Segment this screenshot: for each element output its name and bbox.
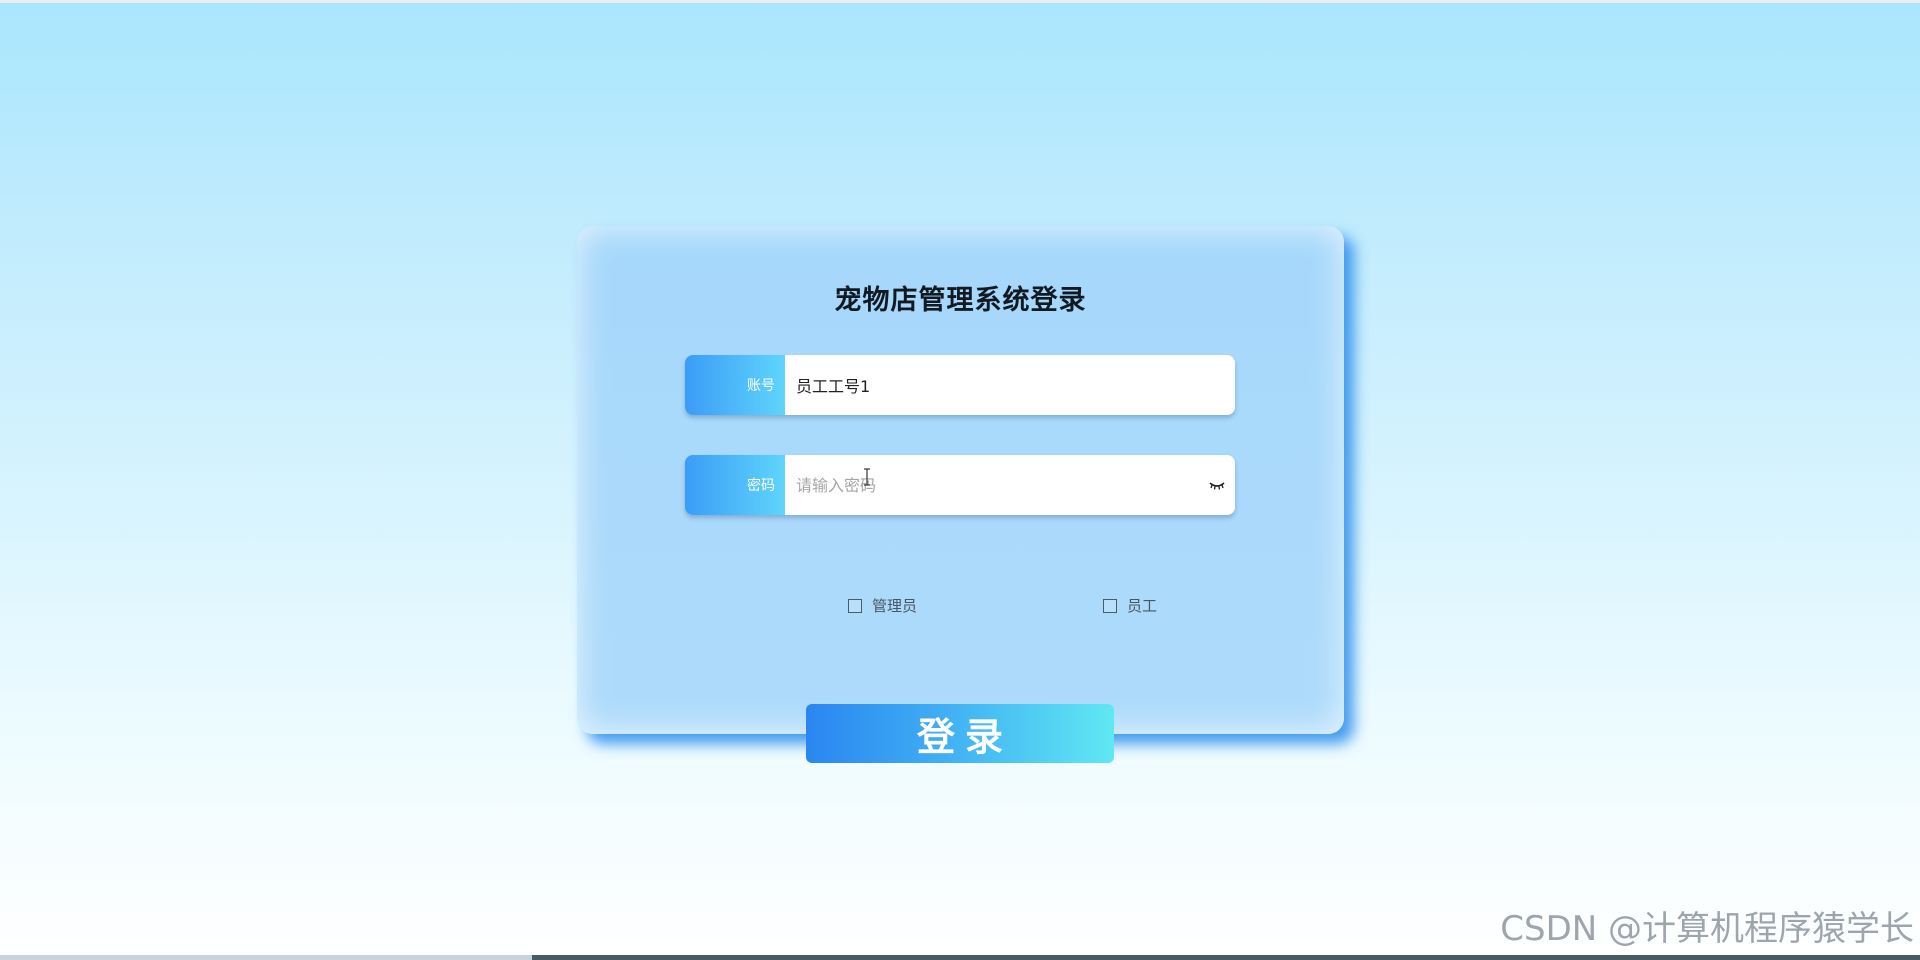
- login-card: 宠物店管理系统登录 账号 密码 管理员 员工: [577, 226, 1344, 734]
- role-staff-checkbox[interactable]: [1103, 598, 1117, 613]
- text-cursor-icon: [864, 468, 870, 486]
- taskbar-strip-highlight: [0, 955, 532, 960]
- role-selector: 管理员 员工: [577, 595, 1344, 615]
- password-input[interactable]: [785, 455, 1235, 515]
- password-label: 密码: [685, 455, 785, 515]
- role-admin-label: 管理员: [872, 597, 918, 615]
- login-button[interactable]: 登录: [806, 704, 1114, 763]
- username-input[interactable]: [785, 355, 1235, 415]
- role-admin-checkbox[interactable]: [848, 598, 862, 613]
- browser-top-strip: [0, 0, 1920, 3]
- username-field: 账号: [685, 355, 1235, 415]
- password-field: 密码: [685, 455, 1235, 515]
- role-staff-option[interactable]: 员工: [1103, 595, 1157, 616]
- password-input-wrap: [785, 455, 1235, 515]
- taskbar-strip: [0, 955, 1920, 960]
- role-staff-label: 员工: [1127, 597, 1158, 615]
- username-input-wrap: [785, 355, 1235, 415]
- page-title: 宠物店管理系统登录: [834, 285, 1087, 316]
- csdn-watermark: CSDN @计算机程序猿学长: [1500, 909, 1914, 949]
- username-label: 账号: [685, 355, 785, 415]
- eye-closed-icon[interactable]: [1209, 479, 1225, 491]
- role-admin-option[interactable]: 管理员: [848, 595, 917, 616]
